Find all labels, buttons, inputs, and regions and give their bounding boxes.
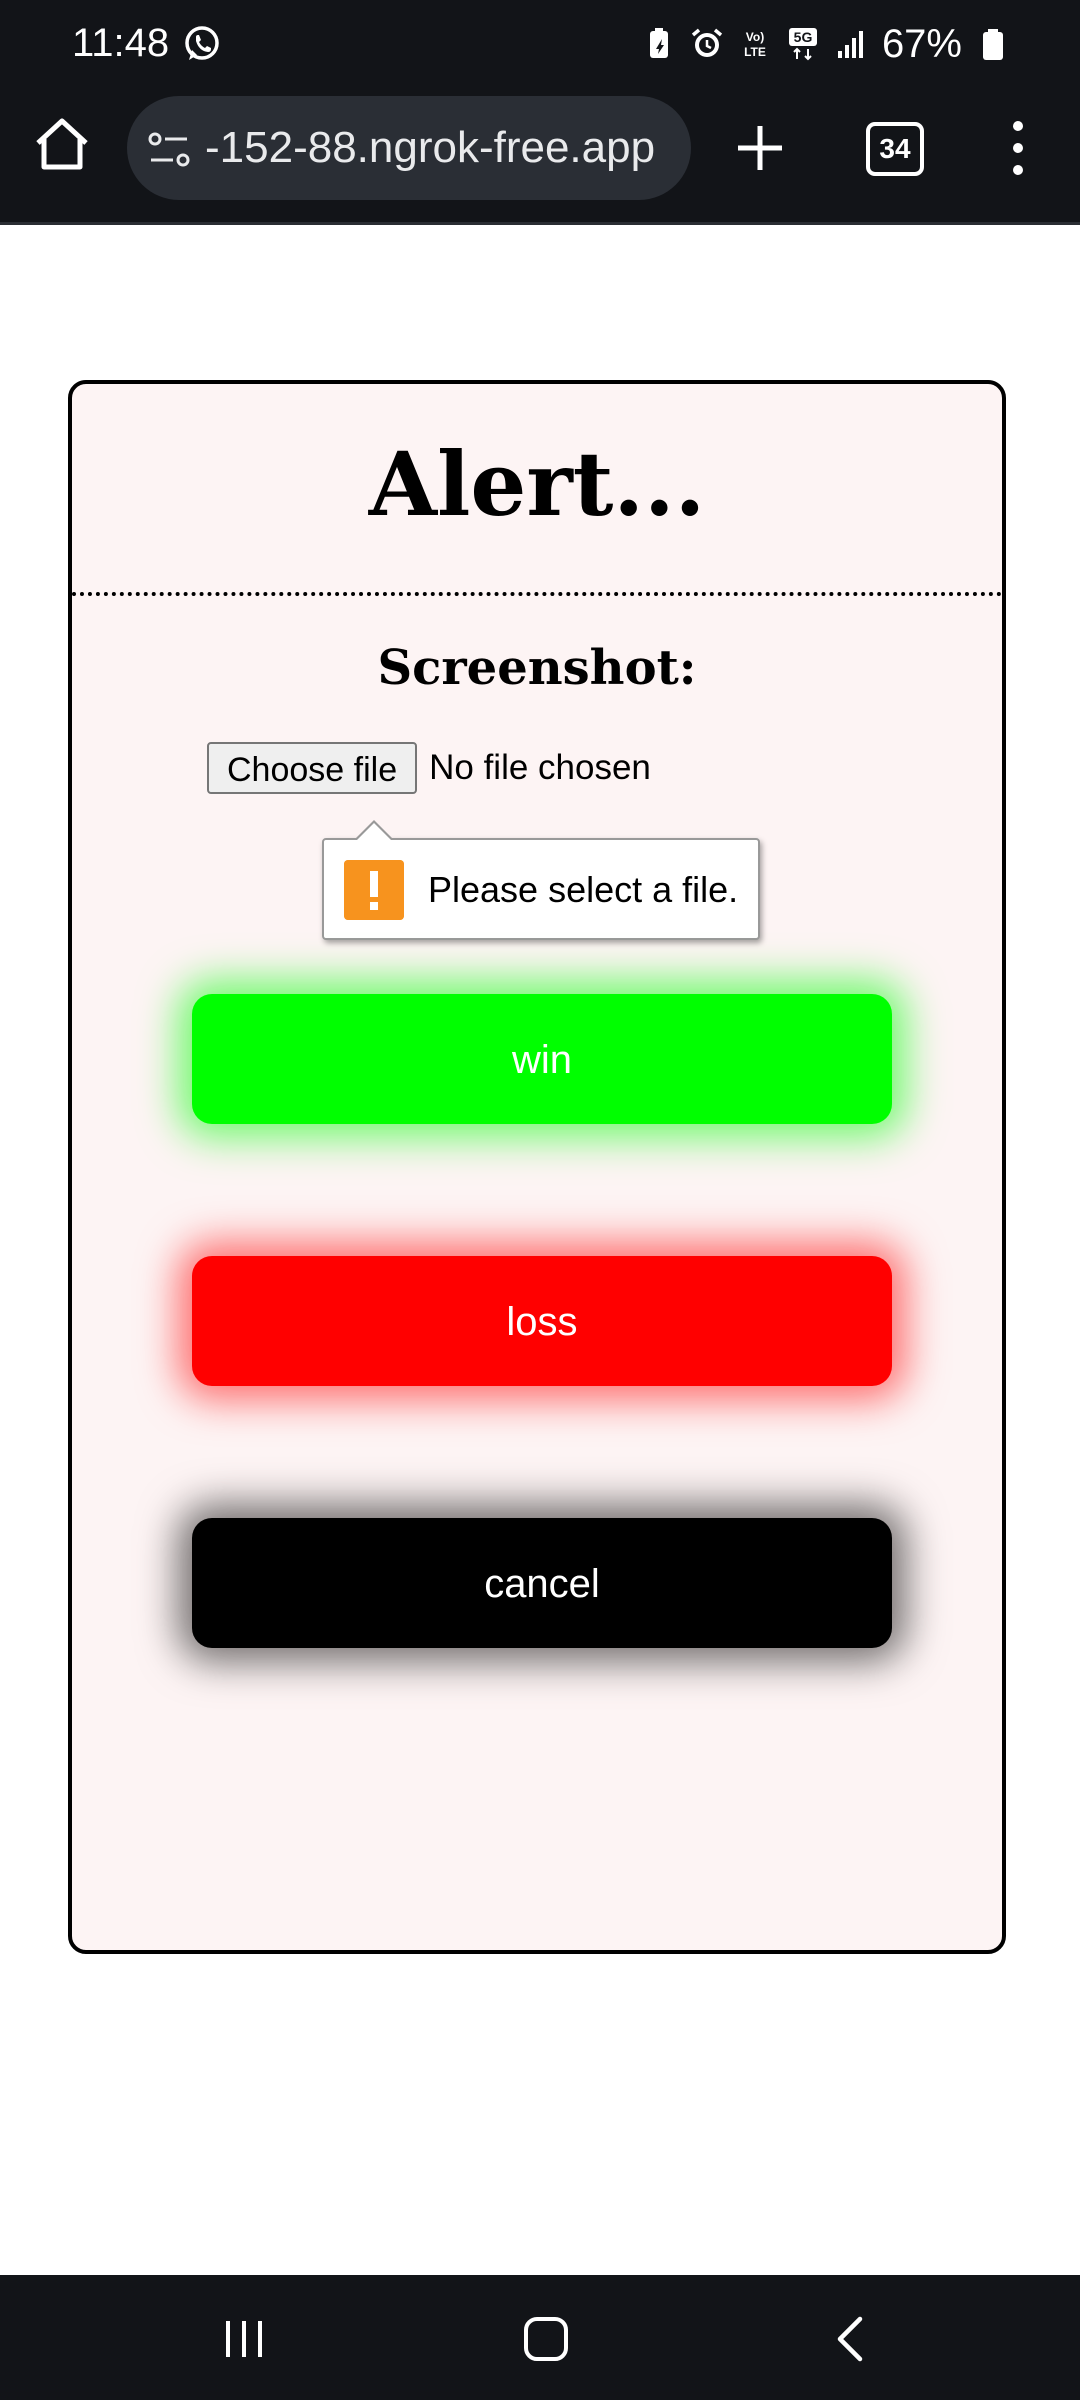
url-text[interactable]: -152-88.ngrok-free.app (205, 96, 655, 200)
svg-text:5G: 5G (794, 29, 813, 45)
more-menu-icon[interactable] (1000, 116, 1036, 180)
recent-apps-icon[interactable] (222, 2317, 266, 2361)
back-icon[interactable] (830, 2315, 870, 2363)
status-time: 11:48 (72, 21, 170, 65)
new-tab-icon[interactable] (730, 118, 790, 178)
loss-button[interactable]: loss (192, 1256, 892, 1386)
nav-home-icon[interactable] (522, 2315, 570, 2363)
whatsapp-icon (185, 26, 219, 60)
svg-text:Vo): Vo) (746, 30, 764, 44)
battery-percent: 67% (881, 21, 962, 66)
validation-tooltip: Please select a file. (322, 820, 760, 940)
tooltip-message: Please select a file. (428, 869, 739, 910)
battery-saver-icon (649, 28, 668, 58)
battery-icon (983, 29, 1003, 60)
file-input[interactable]: Choose file No file chosen (207, 740, 651, 796)
dialog-divider (72, 592, 1002, 596)
win-button[interactable]: win (192, 994, 892, 1124)
choose-file-button[interactable]: Choose file (207, 742, 418, 794)
status-bar: 11:48 Vo) LTE 5G 67% (0, 0, 1080, 88)
volte-icon: Vo) LTE (744, 30, 766, 59)
tooltip-arrow (354, 820, 394, 841)
page-content: Alert... Screenshot: Choose file No file… (0, 225, 1080, 2275)
alert-dialog: Alert... Screenshot: Choose file No file… (68, 380, 1006, 1954)
status-icons: Vo) LTE 5G 67% (642, 16, 1010, 72)
alarm-icon (691, 28, 723, 57)
screenshot-label: Screenshot: (377, 640, 697, 696)
svg-text:LTE: LTE (744, 45, 766, 59)
dialog-title: Alert... (368, 432, 706, 536)
tab-switcher-button[interactable]: 34 (866, 122, 924, 176)
signal-icon (837, 31, 863, 58)
5g-icon: 5G (788, 28, 817, 61)
system-navigation-bar (0, 2275, 1080, 2400)
address-bar[interactable]: -152-88.ngrok-free.app (127, 96, 691, 200)
browser-toolbar: -152-88.ngrok-free.app 34 (0, 88, 1080, 225)
warning-icon (344, 860, 404, 920)
home-icon[interactable] (30, 113, 94, 177)
site-settings-icon[interactable] (147, 130, 191, 170)
cancel-button[interactable]: cancel (192, 1518, 892, 1648)
file-status-text: No file chosen (429, 748, 651, 787)
